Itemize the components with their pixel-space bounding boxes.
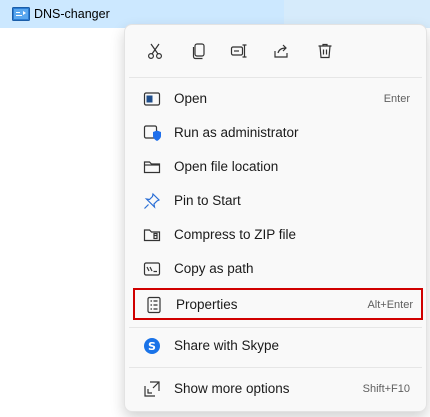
context-menu-toolbar xyxy=(125,25,426,75)
folder-icon xyxy=(143,158,161,176)
properties-icon xyxy=(145,296,163,314)
share-button[interactable] xyxy=(267,37,295,65)
menu-item-pin-to-start[interactable]: Pin to Start xyxy=(129,184,422,217)
delete-icon xyxy=(318,43,332,59)
menu-item-properties[interactable]: Properties Alt+Enter xyxy=(133,288,423,320)
cut-icon xyxy=(147,43,163,60)
delete-button[interactable] xyxy=(311,37,339,65)
menu-item-label: Copy as path xyxy=(174,261,254,276)
rename-button[interactable] xyxy=(225,37,253,65)
app-file-icon xyxy=(12,6,30,22)
menu-item-shortcut: Alt+Enter xyxy=(367,299,413,311)
copy-button[interactable] xyxy=(185,37,213,65)
separator xyxy=(129,77,422,78)
menu-item-label: Properties xyxy=(176,297,238,312)
cut-button[interactable] xyxy=(141,37,169,65)
menu-item-shortcut: Enter xyxy=(383,93,410,105)
menu-item-open-file-location[interactable]: Open file location xyxy=(129,150,422,183)
skype-icon: S xyxy=(143,337,161,355)
menu-item-label: Run as administrator xyxy=(174,125,299,140)
separator xyxy=(129,327,422,328)
menu-item-share-with-skype[interactable]: S Share with Skype xyxy=(129,329,422,362)
menu-item-show-more-options[interactable]: Show more options Shift+F10 xyxy=(129,372,422,405)
context-menu: Open Enter Run as administrator Open fil… xyxy=(124,24,427,412)
svg-text:S: S xyxy=(148,340,156,353)
share-icon xyxy=(274,44,288,58)
open-icon xyxy=(143,90,161,108)
menu-item-run-as-administrator[interactable]: Run as administrator xyxy=(129,116,422,149)
menu-item-copy-as-path[interactable]: Copy as path xyxy=(129,252,422,285)
separator xyxy=(129,367,422,368)
menu-item-open[interactable]: Open Enter xyxy=(129,82,422,115)
menu-item-label: Share with Skype xyxy=(174,338,280,353)
pin-icon xyxy=(143,192,161,210)
menu-item-label: Show more options xyxy=(174,381,290,396)
menu-item-compress-to-zip[interactable]: Compress to ZIP file xyxy=(129,218,422,251)
file-name: DNS-changer xyxy=(34,7,110,21)
menu-item-label: Compress to ZIP file xyxy=(174,227,297,242)
copy-icon xyxy=(192,43,205,60)
more-options-icon xyxy=(143,380,161,398)
rename-icon xyxy=(230,44,247,58)
menu-item-label: Open xyxy=(174,91,208,106)
copy-path-icon xyxy=(143,260,161,278)
menu-item-label: Pin to Start xyxy=(174,193,241,208)
menu-item-label: Open file location xyxy=(174,159,279,174)
admin-shield-icon xyxy=(143,124,161,142)
menu-item-shortcut: Shift+F10 xyxy=(362,383,410,395)
zip-icon xyxy=(143,226,161,244)
